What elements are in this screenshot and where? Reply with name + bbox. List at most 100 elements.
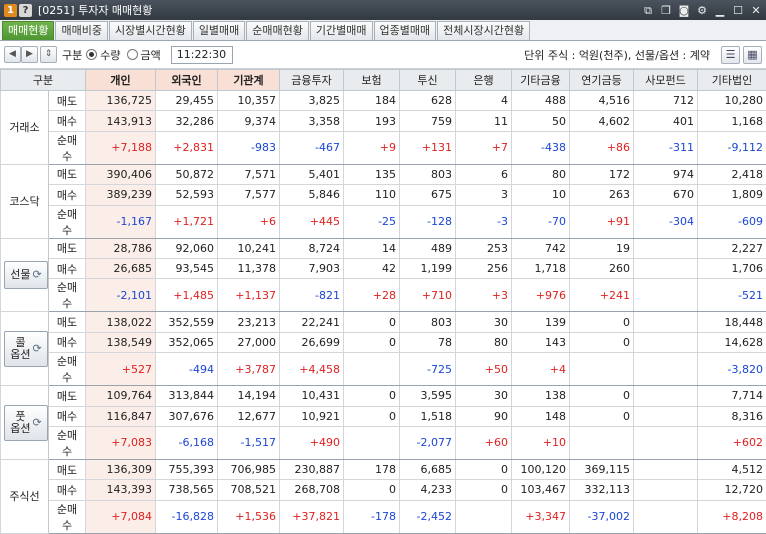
table-cell: +710 — [400, 279, 456, 312]
table-cell: +60 — [456, 426, 512, 459]
refresh-icon: ⟳ — [33, 343, 42, 355]
tab-1[interactable]: 매매비중 — [55, 21, 107, 40]
tab-2[interactable]: 시장별시간현황 — [109, 21, 192, 40]
table-cell: +241 — [570, 279, 634, 312]
grid-settings-icon[interactable]: ▦ — [743, 46, 762, 64]
table-cell: 28,786 — [86, 238, 156, 258]
help-badge[interactable]: ? — [19, 4, 32, 17]
table-row: 매수143,393738,565708,521268,70804,2330103… — [1, 480, 766, 500]
camera-icon[interactable]: ◙ — [678, 5, 690, 16]
radio-dot-icon — [86, 49, 97, 60]
maximize-icon[interactable]: ☐ — [732, 5, 744, 16]
table-cell: +28 — [344, 279, 400, 312]
group-button[interactable]: 선물⟳ — [4, 261, 48, 289]
table-cell: 1,199 — [400, 258, 456, 278]
table-cell: 738,565 — [156, 480, 218, 500]
tab-0[interactable]: 매매현황 — [2, 21, 54, 40]
group-label: 풋 옵션 — [10, 411, 30, 435]
table-row: 매수138,549352,06527,00026,69907880143014,… — [1, 332, 766, 352]
table-cell: 8,724 — [280, 238, 344, 258]
table-cell: +8,208 — [698, 500, 766, 533]
table-cell: -178 — [344, 500, 400, 533]
group-cell: 주식선 — [1, 459, 49, 533]
table-cell: +976 — [512, 279, 570, 312]
table-cell: -494 — [156, 353, 218, 386]
row-label: 매수 — [49, 480, 86, 500]
table-cell: 1,706 — [698, 258, 766, 278]
table-cell: +9 — [344, 131, 400, 164]
table-cell — [634, 386, 698, 406]
group-button[interactable]: 콜 옵션⟳ — [4, 331, 48, 367]
group-cell: 거래소 — [1, 91, 49, 165]
updown-arrow-button[interactable]: ⇕ — [40, 46, 57, 63]
column-header[interactable]: 금융투자 — [280, 70, 344, 91]
table-cell: 135 — [344, 164, 400, 184]
table-cell: 143,913 — [86, 111, 156, 131]
table-cell: 3,358 — [280, 111, 344, 131]
table-row: 콜 옵션⟳매도138,022352,55923,21322,2410803301… — [1, 312, 766, 332]
table-cell: 8,316 — [698, 406, 766, 426]
tab-7[interactable]: 전체시장시간현황 — [437, 21, 530, 40]
table-cell: 256 — [456, 258, 512, 278]
tab-6[interactable]: 업종별매매 — [374, 21, 437, 40]
table-cell: 0 — [344, 312, 400, 332]
radio-quantity[interactable]: 수량 — [86, 47, 120, 63]
column-header[interactable]: 은행 — [456, 70, 512, 91]
table-cell: -37,002 — [570, 500, 634, 533]
table-cell: +2,831 — [156, 131, 218, 164]
table-cell — [634, 332, 698, 352]
tab-5[interactable]: 기간별매매 — [310, 21, 373, 40]
table-cell: +37,821 — [280, 500, 344, 533]
table-cell: +7 — [456, 131, 512, 164]
column-header[interactable]: 구분 — [1, 70, 86, 91]
table-row: 거래소매도136,72529,45510,3573,82518462844884… — [1, 91, 766, 111]
window-number-badge[interactable]: 1 — [4, 4, 17, 17]
table-cell: -128 — [400, 205, 456, 238]
minimize-icon[interactable]: ▁ — [714, 5, 726, 16]
column-header[interactable]: 보험 — [344, 70, 400, 91]
time-field[interactable]: 11:22:30 — [171, 46, 233, 64]
list-view-icon[interactable]: ☰ — [721, 46, 740, 64]
column-header[interactable]: 연기금등 — [570, 70, 634, 91]
column-header[interactable]: 개인 — [86, 70, 156, 91]
table-cell: 109,764 — [86, 386, 156, 406]
table-cell: 90 — [456, 406, 512, 426]
table-cell: +3,347 — [512, 500, 570, 533]
table-cell: 10,357 — [218, 91, 280, 111]
tab-3[interactable]: 일별매매 — [193, 21, 245, 40]
link-icon[interactable]: ⧉ — [642, 5, 654, 16]
table-cell: +86 — [570, 131, 634, 164]
group-button[interactable]: 풋 옵션⟳ — [4, 405, 48, 441]
column-header[interactable]: 기타법인 — [698, 70, 766, 91]
table-cell: 27,000 — [218, 332, 280, 352]
table-cell — [634, 238, 698, 258]
prev-arrow-button[interactable]: ◀ — [4, 46, 21, 63]
table-cell: 7,714 — [698, 386, 766, 406]
table-cell: +7,188 — [86, 131, 156, 164]
table-cell: -304 — [634, 205, 698, 238]
table-cell: 3 — [456, 185, 512, 205]
table-cell: 78 — [400, 332, 456, 352]
table-cell: 4,602 — [570, 111, 634, 131]
table-cell: -438 — [512, 131, 570, 164]
radio-amount[interactable]: 금액 — [127, 47, 161, 63]
table-row: 매수116,847307,67612,67710,92101,518901480… — [1, 406, 766, 426]
copy-icon[interactable]: ❐ — [660, 5, 672, 16]
table-cell: 139 — [512, 312, 570, 332]
tab-4[interactable]: 순매매현황 — [246, 21, 309, 40]
column-header[interactable]: 기타금융 — [512, 70, 570, 91]
table-cell: 1,809 — [698, 185, 766, 205]
column-header[interactable]: 사모펀드 — [634, 70, 698, 91]
column-header[interactable]: 기관계 — [218, 70, 280, 91]
gear-icon[interactable]: ⚙ — [696, 5, 708, 16]
next-arrow-button[interactable]: ▶ — [21, 46, 38, 63]
table-cell: +1,137 — [218, 279, 280, 312]
table-cell: 10,431 — [280, 386, 344, 406]
table-cell: 4 — [456, 91, 512, 111]
column-header[interactable]: 투신 — [400, 70, 456, 91]
column-header[interactable]: 외국인 — [156, 70, 218, 91]
close-icon[interactable]: ✕ — [750, 5, 762, 16]
table-cell: +4 — [512, 353, 570, 386]
table-header-row: 구분개인외국인기관계금융투자보험투신은행기타금융연기금등사모펀드기타법인 — [1, 70, 766, 91]
title-bar: 1 ? [0251] 투자자 매매현황 ⧉ ❐ ◙ ⚙ ▁ ☐ ✕ — [0, 0, 766, 20]
